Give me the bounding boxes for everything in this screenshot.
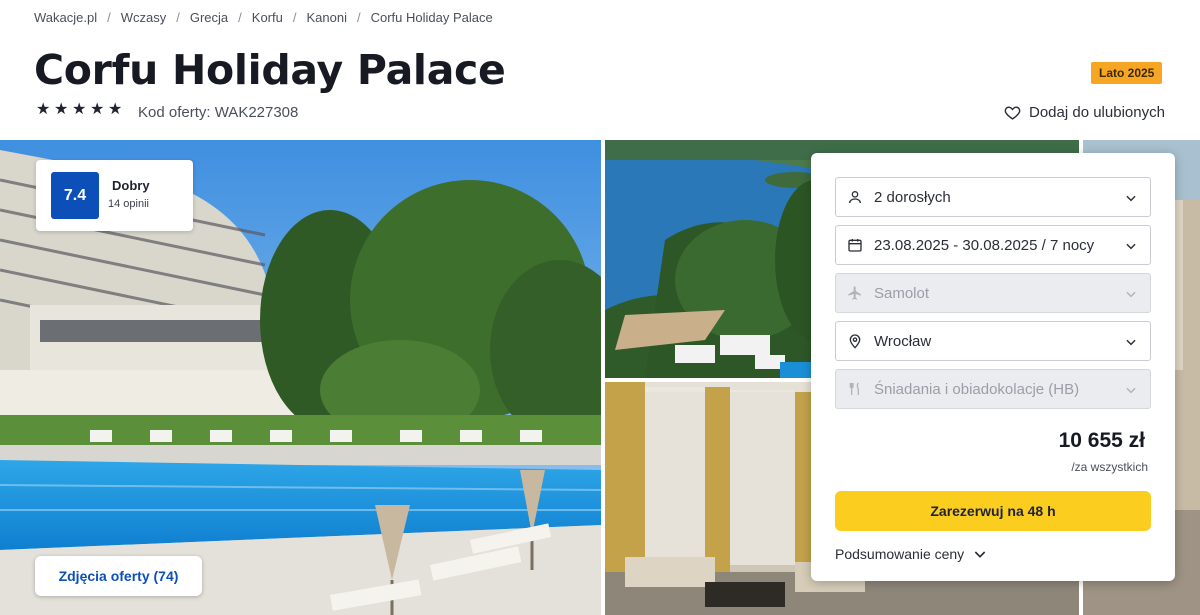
person-icon	[846, 188, 864, 206]
guests-select[interactable]: 2 dorosłych	[835, 177, 1151, 217]
breadcrumb-separator: /	[238, 10, 242, 25]
calendar-icon	[846, 236, 864, 254]
star-icon: ★	[54, 101, 69, 118]
board-value: Śniadania i obiadokolacje (HB)	[874, 380, 1080, 398]
dates-value: 23.08.2025 - 30.08.2025 / 7 nocy	[874, 236, 1095, 254]
guests-value: 2 dorosłych	[874, 188, 951, 206]
total-price: 10 655 zł	[1058, 429, 1145, 452]
departure-select[interactable]: Wrocław	[835, 321, 1151, 361]
breadcrumb-separator: /	[107, 10, 111, 25]
star-icon: ★	[90, 101, 105, 118]
breadcrumb: Wakacje.pl / Wczasy / Grecja / Korfu / K…	[34, 10, 493, 25]
breadcrumb-separator: /	[292, 10, 297, 25]
chevron-down-icon	[1126, 243, 1136, 250]
heart-icon	[1004, 106, 1021, 120]
offer-code: Kod oferty: WAK227308	[138, 104, 299, 121]
price-summary-label: Podsumowanie ceny	[835, 546, 965, 562]
chevron-down-icon	[1126, 339, 1136, 346]
dates-select[interactable]: 23.08.2025 - 30.08.2025 / 7 nocy	[835, 225, 1151, 265]
rating-score: 7.4	[51, 172, 99, 219]
star-icon: ★	[72, 101, 87, 118]
add-to-favorites-button[interactable]: Dodaj do ulubionych	[1004, 104, 1165, 121]
star-icon: ★	[108, 101, 123, 118]
offer-photos-button[interactable]: Zdjęcia oferty (74)	[35, 556, 202, 596]
chevron-down-icon	[1126, 195, 1136, 202]
breadcrumb-separator: /	[176, 10, 180, 25]
transport-value: Samolot	[874, 284, 930, 302]
star-icon: ★	[36, 101, 51, 118]
breadcrumb-link-region[interactable]: Korfu	[252, 10, 283, 25]
breadcrumb-link-country[interactable]: Grecja	[190, 10, 228, 25]
price-summary-toggle[interactable]: Podsumowanie ceny	[835, 546, 988, 562]
page-title: Corfu Holiday Palace	[34, 46, 506, 94]
favorite-label: Dodaj do ulubionych	[1029, 104, 1165, 121]
breadcrumb-current[interactable]: Corfu Holiday Palace	[371, 10, 493, 25]
breadcrumb-separator: /	[356, 10, 361, 25]
board-select: Śniadania i obiadokolacje (HB)	[835, 369, 1151, 409]
hotel-stars: ★ ★ ★ ★ ★	[36, 102, 124, 118]
breadcrumb-link-wczasy[interactable]: Wczasy	[121, 10, 167, 25]
breadcrumb-link-home[interactable]: Wakacje.pl	[34, 10, 97, 25]
rating-card[interactable]: 7.4 Dobry 14 opinii	[36, 160, 193, 231]
plane-icon	[846, 284, 864, 302]
breadcrumb-link-city[interactable]: Kanoni	[306, 10, 346, 25]
chevron-down-icon	[1126, 387, 1136, 394]
review-count: 14 opinii	[108, 198, 149, 210]
chevron-down-icon	[1126, 291, 1136, 298]
cutlery-icon	[846, 380, 864, 398]
location-pin-icon	[846, 332, 864, 350]
chevron-down-icon	[974, 551, 986, 558]
rating-label: Dobry	[112, 178, 150, 193]
transport-select: Samolot	[835, 273, 1151, 313]
booking-panel: 2 dorosłych 23.08.2025 - 30.08.2025 / 7 …	[811, 153, 1175, 581]
season-badge: Lato 2025	[1091, 62, 1163, 84]
price-note: /za wszystkich	[1071, 460, 1148, 474]
book-button[interactable]: Zarezerwuj na 48 h	[835, 491, 1151, 531]
departure-value: Wrocław	[874, 332, 932, 350]
